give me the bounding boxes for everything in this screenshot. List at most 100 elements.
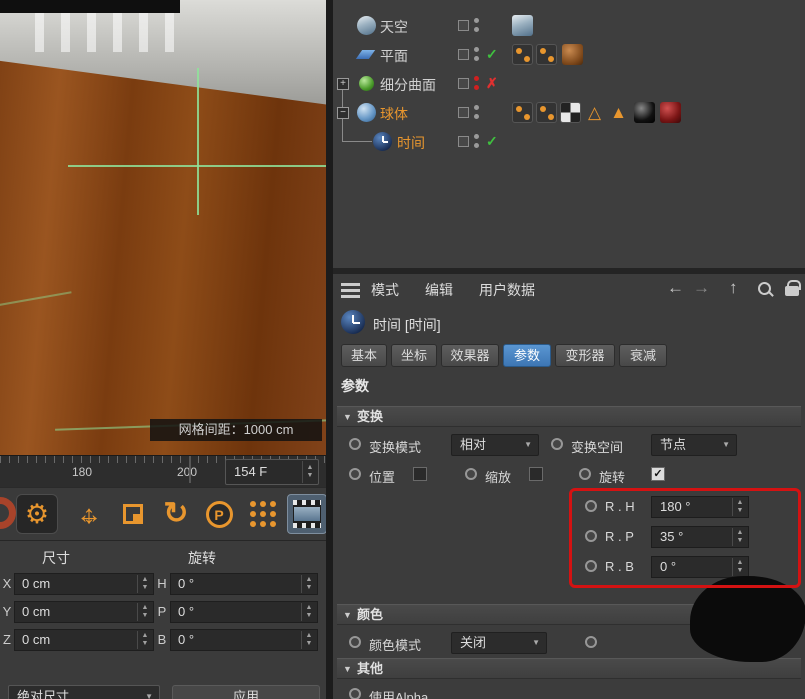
field-spinner[interactable]: ▲▼ (301, 603, 316, 621)
tag-thumbnail[interactable] (512, 102, 533, 123)
clipped-tool-icon[interactable] (0, 497, 16, 529)
forward-arrow-icon[interactable]: → (693, 278, 710, 298)
object-label-selected[interactable]: 球体 (380, 104, 408, 124)
spinner-up-icon[interactable]: ▲ (306, 632, 313, 640)
anim-dot[interactable] (349, 688, 361, 699)
field-spinner[interactable]: ▲▼ (137, 631, 152, 649)
visibility-dots[interactable] (474, 134, 479, 148)
anim-dot[interactable] (585, 636, 597, 648)
back-arrow-icon[interactable]: ← (667, 278, 684, 298)
tag-thumbnail[interactable] (512, 44, 533, 65)
object-row-sphere[interactable]: − 球体 △ ▲ (333, 99, 805, 127)
spinner-down-icon[interactable]: ▼ (307, 472, 314, 480)
p-tool-button[interactable]: P (198, 494, 240, 534)
sky-texture-thumbnail[interactable] (512, 15, 533, 36)
tag-thumbnail[interactable] (536, 102, 557, 123)
menu-icon[interactable] (341, 283, 360, 298)
anim-dot[interactable] (349, 438, 361, 450)
section-transform[interactable]: ▼ 变换 (337, 406, 801, 427)
spinner-down-icon[interactable]: ▼ (306, 640, 313, 648)
menu-mode[interactable]: 模式 (371, 280, 399, 300)
triangle-filled-icon[interactable]: ▲ (608, 102, 629, 123)
section-other[interactable]: ▼ 其他 (337, 658, 801, 679)
object-row-time[interactable]: 时间 ✓ (333, 128, 805, 156)
tab-deformer[interactable]: 变形器 (555, 344, 615, 367)
size-x-field[interactable]: 0 cm ▲▼ (14, 573, 154, 595)
rotation-b-field[interactable]: 0 ° ▲▼ (170, 629, 318, 651)
search-icon[interactable] (757, 281, 775, 299)
transform-mode-dropdown[interactable]: 相对 ▼ (451, 434, 539, 456)
field-spinner[interactable]: ▲▼ (137, 575, 152, 593)
checker-tag-thumbnail[interactable] (560, 102, 581, 123)
spinner-up-icon[interactable]: ▲ (142, 604, 149, 612)
object-label[interactable]: 平面 (380, 46, 408, 66)
up-arrow-icon[interactable]: ↑ (729, 278, 738, 298)
scale-tool-button[interactable] (112, 494, 154, 534)
expand-icon[interactable]: + (337, 78, 349, 90)
spinner-up-icon[interactable]: ▲ (306, 604, 313, 612)
modes-tool-button[interactable] (242, 494, 284, 534)
coordinate-mode-dropdown[interactable]: 绝对尺寸 ▼ (8, 685, 160, 699)
spinner-up-icon[interactable]: ▲ (142, 632, 149, 640)
material-thumbnail[interactable] (562, 44, 583, 65)
spinner-down-icon[interactable]: ▼ (306, 612, 313, 620)
tab-effector[interactable]: 效果器 (441, 344, 499, 367)
object-row-subdivision[interactable]: + 细分曲面 ✗ (333, 70, 805, 98)
spinner-up-icon[interactable]: ▲ (142, 576, 149, 584)
field-spinner[interactable]: ▲▼ (301, 631, 316, 649)
visibility-dots[interactable] (474, 18, 479, 32)
spinner-down-icon[interactable]: ▼ (306, 584, 313, 592)
panel-divider[interactable] (326, 0, 333, 699)
collapse-icon[interactable]: − (337, 107, 349, 119)
triangle-outline-icon[interactable]: △ (584, 102, 605, 123)
tab-coordinates[interactable]: 坐标 (391, 344, 437, 367)
color-mode-dropdown[interactable]: 关闭 ▼ (451, 632, 547, 654)
rotation-p-field[interactable]: 0 ° ▲▼ (170, 601, 318, 623)
visibility-dots[interactable] (474, 105, 479, 119)
anim-dot[interactable] (349, 468, 361, 480)
disabled-cross-icon[interactable]: ✗ (486, 75, 498, 92)
menu-edit[interactable]: 编辑 (425, 280, 453, 300)
spinner-up-icon[interactable]: ▲ (306, 576, 313, 584)
enabled-check-icon[interactable]: ✓ (486, 133, 498, 150)
transform-space-dropdown[interactable]: 节点 ▼ (651, 434, 737, 456)
tab-falloff[interactable]: 衰减 (619, 344, 667, 367)
object-row-sky[interactable]: 天空 (333, 12, 805, 40)
anim-dot[interactable] (349, 636, 361, 648)
apply-button[interactable]: 应用 (172, 685, 320, 699)
spinner-down-icon[interactable]: ▼ (142, 640, 149, 648)
settings-tool-button[interactable]: ⚙ (16, 494, 58, 534)
viewport-3d[interactable]: 网格间距：1000 cm (0, 0, 330, 455)
red-material-thumbnail[interactable] (660, 102, 681, 123)
anim-dot[interactable] (551, 438, 563, 450)
object-label-selected[interactable]: 时间 (397, 133, 425, 153)
layer-square[interactable] (458, 78, 469, 89)
scale-checkbox[interactable] (529, 467, 543, 481)
black-material-thumbnail[interactable] (634, 102, 655, 123)
visibility-dots-off[interactable] (474, 76, 479, 90)
anim-dot[interactable] (465, 468, 477, 480)
lock-icon[interactable] (785, 286, 799, 296)
timeline-ruler[interactable]: 180 200 154 F ▲ ▼ (0, 455, 330, 487)
object-label[interactable]: 天空 (380, 17, 408, 37)
visibility-dots[interactable] (474, 47, 479, 61)
frame-spinner[interactable]: ▲ ▼ (302, 461, 317, 483)
tag-thumbnail[interactable] (536, 44, 557, 65)
timeline-cursor[interactable] (189, 456, 191, 483)
layer-square[interactable] (458, 136, 469, 147)
object-row-plane[interactable]: 平面 ✓ (333, 41, 805, 69)
field-spinner[interactable]: ▲▼ (137, 603, 152, 621)
spinner-down-icon[interactable]: ▼ (142, 584, 149, 592)
move-tool-button[interactable]: ↔ ↕ (68, 494, 110, 534)
layer-square[interactable] (458, 20, 469, 31)
enabled-check-icon[interactable]: ✓ (486, 46, 498, 63)
render-tool-button[interactable] (287, 494, 327, 534)
tab-parameters[interactable]: 参数 (503, 344, 551, 367)
field-spinner[interactable]: ▲▼ (301, 575, 316, 593)
object-label[interactable]: 细分曲面 (380, 75, 436, 95)
anim-dot[interactable] (579, 468, 591, 480)
spinner-up-icon[interactable]: ▲ (307, 464, 314, 472)
spinner-down-icon[interactable]: ▼ (142, 612, 149, 620)
current-frame-field[interactable]: 154 F ▲ ▼ (225, 459, 319, 485)
rotation-checkbox[interactable]: ✓ (651, 467, 665, 481)
